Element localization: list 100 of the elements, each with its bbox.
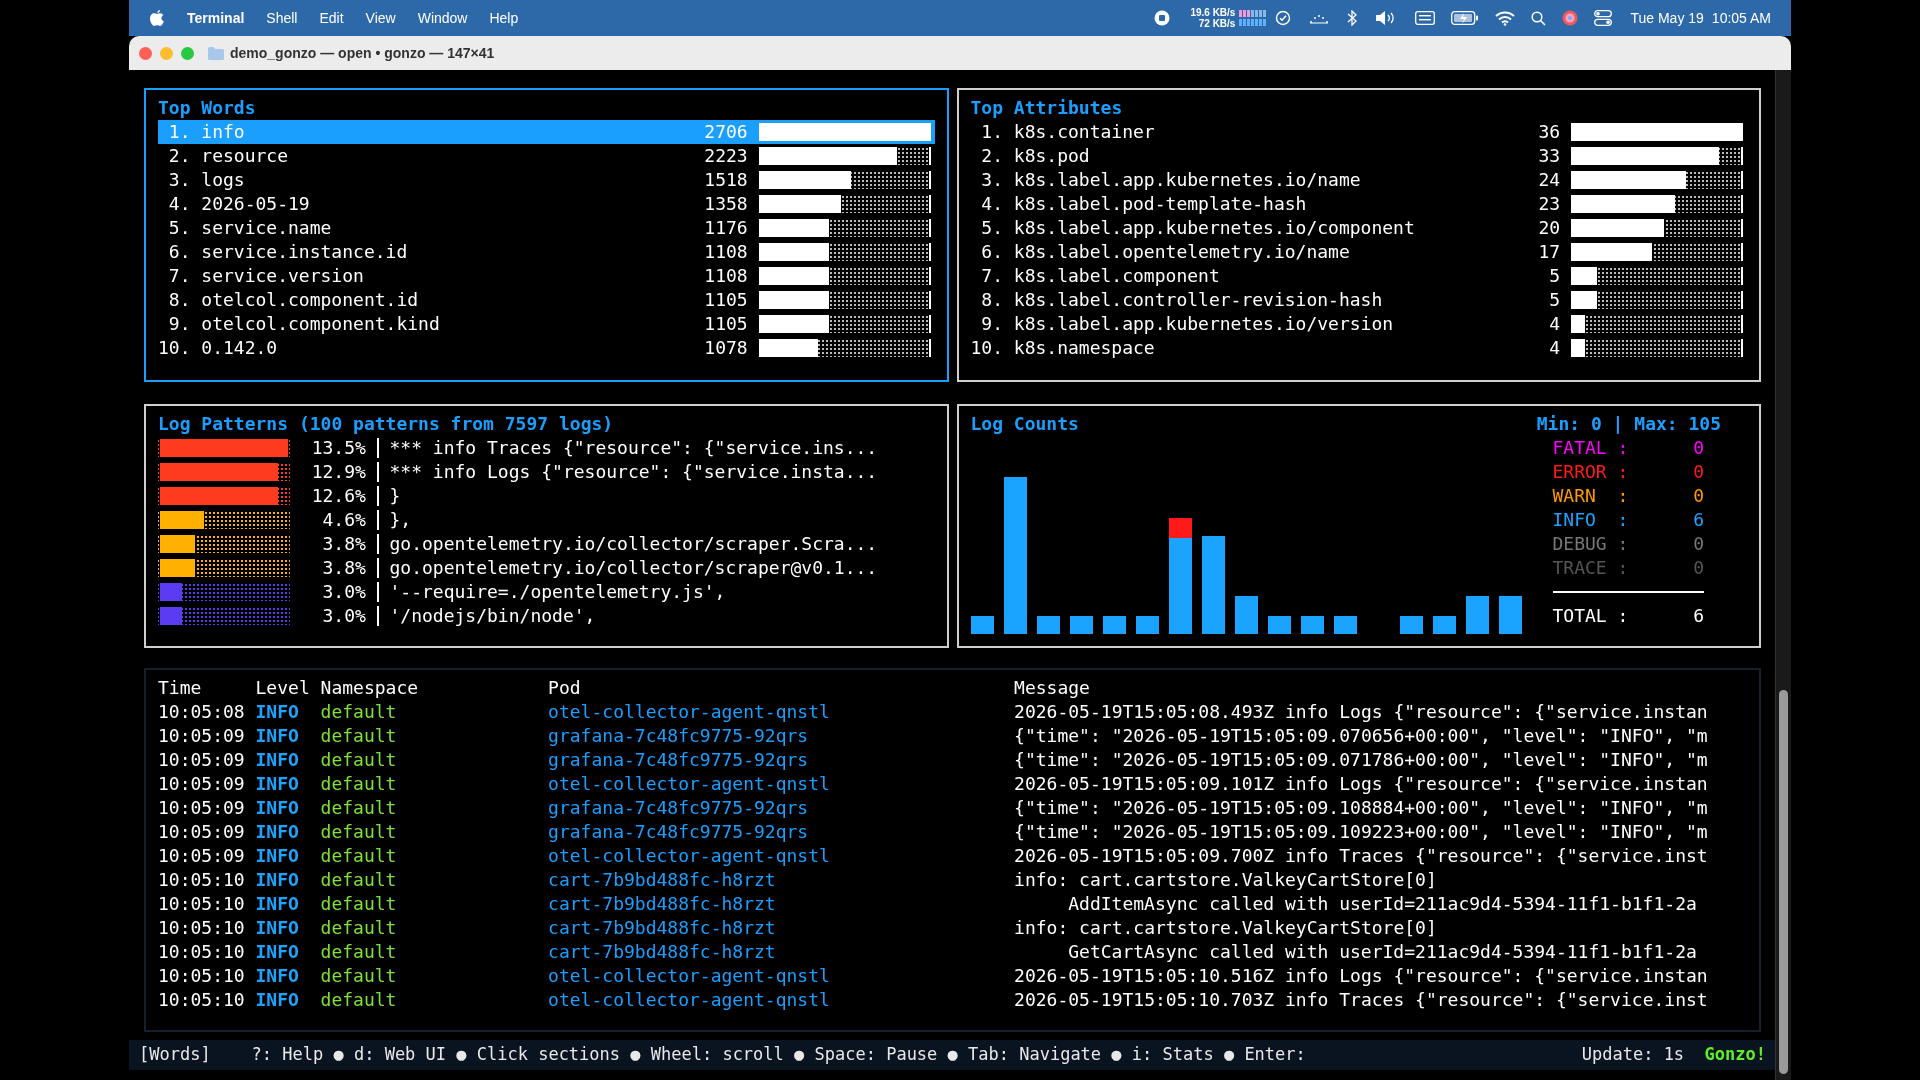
item-label: service.version xyxy=(201,264,365,288)
list-row[interactable]: 1. k8s.container 36 xyxy=(970,120,1747,144)
list-row[interactable]: 5. service.name 1176 xyxy=(158,216,935,240)
log-row[interactable]: 10:05:10 INFO default cart-7b9bd488fc-h8rzt GetCartAsync called with userId=211ac9d4-5394-11f1-b1f1-2a xyxy=(158,940,1747,964)
rank: 2. xyxy=(167,144,191,168)
pattern-text[interactable]: *** info Traces {"resource": {"service.ins... xyxy=(389,436,878,460)
window-title: demo_gonzo — open • gonzo — 147×41 xyxy=(230,43,495,63)
bluetooth-icon[interactable] xyxy=(1347,10,1358,26)
list-row[interactable]: 7. service.version 1108 xyxy=(158,264,935,288)
separator: : xyxy=(1617,484,1629,508)
menu-item[interactable]: Help xyxy=(489,7,519,29)
rank: 7. xyxy=(980,264,1003,288)
rank: 5. xyxy=(980,216,1003,240)
item-label: k8s.label.app.kubernetes.io/component xyxy=(1013,216,1416,240)
brand-label: Gonzo! xyxy=(1704,1043,1766,1067)
pattern-text[interactable]: }, xyxy=(389,508,412,532)
colorful-circle-icon[interactable] xyxy=(1562,10,1579,26)
pod-cell-text: cart-7b9bd488fc-h8rzt xyxy=(548,892,777,916)
list-row[interactable]: 3. logs 1518 xyxy=(158,168,935,192)
level-cell-text: INFO xyxy=(255,964,300,988)
pattern-text[interactable]: } xyxy=(389,484,401,508)
log-row[interactable]: 10:05:10 INFO default otel-collector-agent-qnstl 2026-05-19T15:05:10.703Z info Traces {"resource": {"service.inst xyxy=(158,988,1747,1012)
list-row[interactable]: 8. k8s.label.controller-revision-hash 5 xyxy=(970,288,1747,312)
menu-item[interactable]: Shell xyxy=(266,7,298,29)
menu-item[interactable]: Window xyxy=(417,7,468,29)
scrollbar-thumb[interactable] xyxy=(1779,690,1788,1074)
message-cell-text: {"time": "2026-05-19T15:05:09.108884+00:00", "level": "INFO", "m xyxy=(1014,796,1709,820)
panel[interactable]: Log Counts Min: 0 | Max: 105 FATAL : 0 ERROR : 0 WARN : 0 INFO : 6 DEBUG : 0 TRACE : 0 TOTAL : 6 xyxy=(956,404,1761,648)
list-row[interactable]: 9. otelcol.component.kind 1105 xyxy=(158,312,935,336)
list-row[interactable]: 4. 2026-05-19 1358 xyxy=(158,192,935,216)
stop-icon[interactable] xyxy=(1154,10,1171,26)
cpu-meter-icon[interactable] xyxy=(1239,9,1268,27)
time-cell-text: 10:05:10 xyxy=(158,916,246,940)
namespace-cell-text: default xyxy=(320,868,398,892)
level-count: 6 xyxy=(1692,508,1705,532)
list-row[interactable]: 4. k8s.label.pod-template-hash 23 xyxy=(970,192,1747,216)
count: 33 xyxy=(1537,144,1561,168)
pod-cell-text: grafana-7c48fc9775-92qrs xyxy=(548,796,810,820)
battery-charging-icon[interactable] xyxy=(1451,11,1480,25)
rank: 9. xyxy=(167,312,191,336)
list-row[interactable]: 10. 0.142.0 1078 xyxy=(158,336,935,360)
log-row[interactable]: 10:05:09 INFO default grafana-7c48fc9775-92qrs {"time": "2026-05-19T15:05:09.108884+00:00", "level": "INFO", "m xyxy=(158,796,1747,820)
wifi-icon[interactable] xyxy=(1495,10,1516,26)
list-row[interactable]: 6. k8s.label.opentelemetry.io/name 17 xyxy=(970,240,1747,264)
log-row[interactable]: 10:05:08 INFO default otel-collector-agent-qnstl 2026-05-19T15:05:08.493Z info Logs {"resource": {"service.instan xyxy=(158,700,1747,724)
log-row[interactable]: 10:05:09 INFO default grafana-7c48fc9775-92qrs {"time": "2026-05-19T15:05:09.071786+00:00", "level": "INFO", "m xyxy=(158,748,1747,772)
pattern-text[interactable]: '/nodejs/bin/node', xyxy=(389,604,596,628)
panel[interactable] xyxy=(144,404,949,648)
list-row[interactable]: 2. resource 2223 xyxy=(158,144,935,168)
search-icon[interactable] xyxy=(1531,10,1547,26)
folder-icon xyxy=(208,46,224,60)
log-row[interactable]: 10:05:10 INFO default cart-7b9bd488fc-h8rzt info: cart.cartstore.ValkeyCartStore[0] xyxy=(158,916,1747,940)
message-cell-text: info: cart.cartstore.ValkeyCartStore[0] xyxy=(1014,868,1438,892)
apple-logo-icon[interactable] xyxy=(149,9,165,27)
list-row[interactable]: 10. k8s.namespace 4 xyxy=(970,336,1747,360)
log-row[interactable]: 10:05:10 INFO default cart-7b9bd488fc-h8rzt info: cart.cartstore.ValkeyCartStore[0] xyxy=(158,868,1747,892)
list-row[interactable]: 7. k8s.label.component 5 xyxy=(970,264,1747,288)
column-header[interactable]: Time xyxy=(158,676,256,700)
column-header[interactable]: Level xyxy=(255,676,321,700)
scrollbar[interactable] xyxy=(1775,70,1791,1080)
menu-time[interactable]: 10:05 AM xyxy=(1711,7,1771,29)
level-name: DEBUG xyxy=(1552,532,1608,556)
log-row[interactable]: 10:05:09 INFO default grafana-7c48fc9775-92qrs {"time": "2026-05-19T15:05:09.070656+00:00", "level": "INFO", "m xyxy=(158,724,1747,748)
menu-item[interactable]: Edit xyxy=(319,7,344,29)
panel[interactable] xyxy=(144,88,949,382)
list-row[interactable]: 6. service.instance.id 1108 xyxy=(158,240,935,264)
rank: 10. xyxy=(970,336,1003,360)
pattern-text[interactable]: *** info Logs {"resource": {"service.insta... xyxy=(389,460,878,484)
checkmark-circle-icon[interactable] xyxy=(1275,10,1292,26)
column-header[interactable]: Namespace xyxy=(320,676,549,700)
menu-item[interactable]: View xyxy=(365,7,396,29)
log-row[interactable]: 10:05:10 INFO default otel-collector-agent-qnstl 2026-05-19T15:05:10.516Z info Logs {"resource": {"service.instan xyxy=(158,964,1747,988)
control-center-icon[interactable] xyxy=(1594,10,1613,26)
panel[interactable] xyxy=(956,88,1761,382)
column-header[interactable]: Pod xyxy=(548,676,1015,700)
log-row[interactable]: 10:05:09 INFO default otel-collector-agent-qnstl 2026-05-19T15:05:09.101Z info Logs {"resource": {"service.instan xyxy=(158,772,1747,796)
list-row[interactable]: 8. otelcol.component.id 1105 xyxy=(158,288,935,312)
pattern-text[interactable]: go.opentelemetry.io/collector/scraper@v0.1... xyxy=(389,556,878,580)
total-label: TOTAL xyxy=(1552,604,1608,628)
log-row[interactable]: 10:05:09 INFO default grafana-7c48fc9775-92qrs {"time": "2026-05-19T15:05:09.109223+00:00", "level": "INFO", "m xyxy=(158,820,1747,844)
list-row[interactable]: 3. k8s.label.app.kubernetes.io/name 24 xyxy=(970,168,1747,192)
rank: 6. xyxy=(167,240,191,264)
rank: 10. xyxy=(158,336,191,360)
pattern-text[interactable]: '--require=./opentelemetry.js', xyxy=(389,580,726,604)
list-row[interactable]: 9. k8s.label.app.kubernetes.io/version 4 xyxy=(970,312,1747,336)
close-button[interactable] xyxy=(139,46,152,60)
column-header[interactable]: Message xyxy=(1014,676,1747,700)
level-cell-text: INFO xyxy=(255,772,300,796)
keyboard-icon[interactable] xyxy=(1415,11,1436,25)
menu-date[interactable]: Tue May 19 xyxy=(1630,7,1704,29)
app-menu[interactable]: Terminal xyxy=(187,7,245,29)
namespace-cell-text: default xyxy=(320,748,398,772)
pattern-text[interactable]: go.opentelemetry.io/collector/scraper.Scra... xyxy=(389,532,878,556)
log-row[interactable]: 10:05:10 INFO default cart-7b9bd488fc-h8rzt AddItemAsync called with userId=211ac9d4-5394-11f1-b1f1-2a xyxy=(158,892,1747,916)
list-row[interactable]: 5. k8s.label.app.kubernetes.io/component 20 xyxy=(970,216,1747,240)
level-cell-text: INFO xyxy=(255,724,300,748)
dotted-arc-icon[interactable] xyxy=(1309,12,1330,24)
log-row[interactable]: 10:05:09 INFO default otel-collector-agent-qnstl 2026-05-19T15:05:09.700Z info Traces {"resource": {"service.inst xyxy=(158,844,1747,868)
count: 17 xyxy=(1537,240,1561,264)
list-row[interactable]: 2. k8s.pod 33 xyxy=(970,144,1747,168)
